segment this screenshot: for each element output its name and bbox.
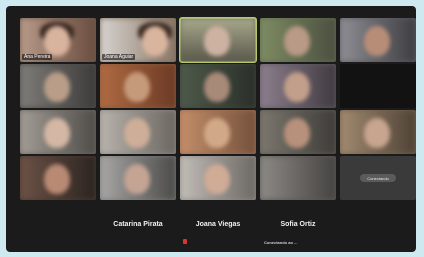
participant-tile-active-speaker[interactable] [179, 17, 257, 63]
participant-tile[interactable] [180, 110, 256, 154]
participant-grid: Ana Pereira Joana Aguiar Conectando Cata… [6, 6, 416, 252]
video-call-window: Ana Pereira Joana Aguiar Conectando Cata… [6, 6, 416, 252]
participant-tile[interactable] [20, 64, 96, 108]
participant-face [44, 72, 70, 102]
participant-face [124, 72, 150, 102]
participant-tile[interactable] [260, 18, 336, 62]
participant-face [142, 26, 168, 56]
participant-tile[interactable] [180, 64, 256, 108]
participant-face [44, 164, 70, 194]
participant-face [284, 26, 310, 56]
participant-tile[interactable] [100, 64, 176, 108]
connecting-pill: Conectando [360, 174, 396, 182]
participant-tile[interactable] [260, 110, 336, 154]
participant-tile[interactable] [180, 156, 256, 200]
participant-name: Catarina Pirata [113, 220, 163, 228]
connection-status: Conectando ao ... [264, 240, 298, 245]
participant-face [284, 118, 310, 148]
participant-tile-camera-off[interactable] [340, 64, 416, 108]
participant-face [124, 118, 150, 148]
participant-tile[interactable] [340, 110, 416, 154]
participant-name: Joana Viegas [195, 220, 241, 228]
participant-name: Sofia Ortiz [280, 220, 316, 228]
participant-tile[interactable] [20, 110, 96, 154]
participant-face [44, 26, 70, 56]
participant-tile[interactable] [340, 18, 416, 62]
participant-face [364, 118, 390, 148]
participant-tile[interactable] [260, 156, 336, 200]
participant-tile-connecting[interactable]: Conectando [340, 156, 416, 200]
video-feed [260, 156, 336, 200]
participant-tile[interactable] [260, 64, 336, 108]
participant-face [204, 164, 230, 194]
participant-tile[interactable] [100, 156, 176, 200]
participant-face [204, 72, 230, 102]
participant-face [204, 26, 230, 56]
participant-face [284, 72, 310, 102]
participant-tile[interactable] [20, 156, 96, 200]
participant-face [124, 164, 150, 194]
participant-tile-catarina-pirata[interactable]: Catarina Pirata [100, 202, 176, 246]
participant-face [44, 118, 70, 148]
participant-tile-joana-viegas[interactable]: Joana Viegas [180, 202, 256, 246]
participant-name-label: Joana Aguiar [102, 54, 136, 60]
participant-tile-ana-pereira[interactable]: Ana Pereira [20, 18, 96, 62]
mic-muted-icon [183, 239, 187, 244]
participant-tile-joana-aguiar[interactable]: Joana Aguiar [100, 18, 176, 62]
participant-face [364, 26, 390, 56]
participant-tile-sofia-ortiz[interactable]: Sofia Ortiz Conectando ao ... [260, 202, 336, 246]
participant-name-label: Ana Pereira [22, 54, 53, 60]
participant-tile[interactable] [100, 110, 176, 154]
participant-face [204, 118, 230, 148]
